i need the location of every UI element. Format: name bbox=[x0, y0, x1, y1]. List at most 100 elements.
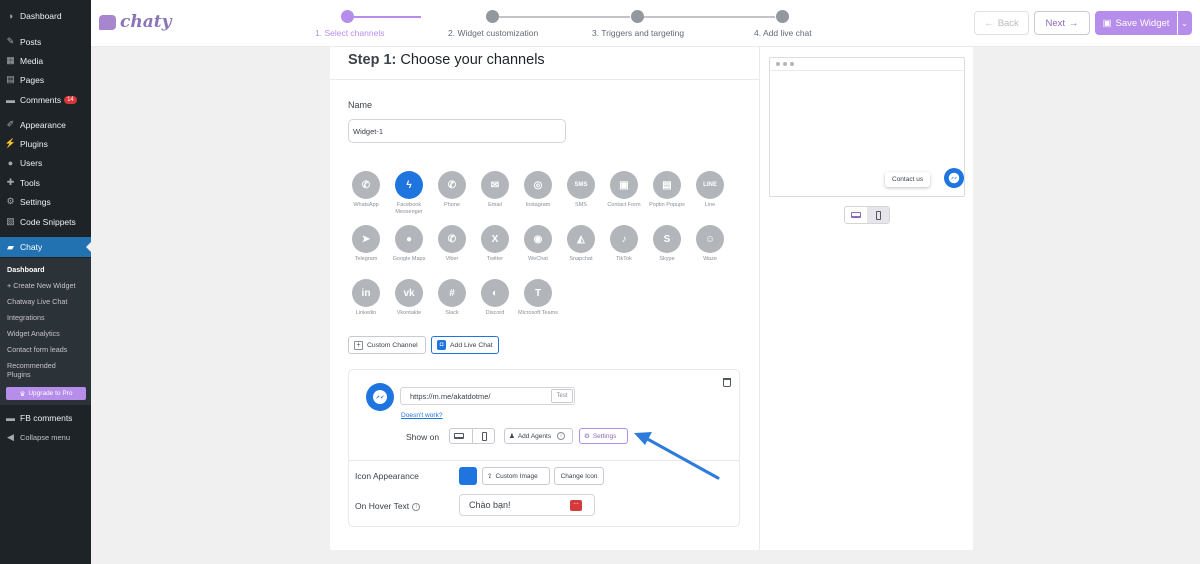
channel-discord[interactable]: ◐ Discord bbox=[475, 279, 515, 317]
add-live-chat-button[interactable]: ◘ Add Live Chat bbox=[431, 336, 499, 354]
icon-color-swatch[interactable] bbox=[459, 467, 477, 485]
channel-waze[interactable]: ☺ Waze bbox=[690, 225, 730, 263]
dashboard-icon: ◑ bbox=[7, 10, 14, 21]
channel-telegram[interactable]: ➤ Telegram bbox=[346, 225, 386, 263]
comment-icon: ▬ bbox=[6, 94, 15, 105]
mobile-toggle[interactable] bbox=[475, 431, 494, 441]
emoji-picker-icon[interactable]: ... bbox=[570, 499, 582, 511]
submenu-contact-form-leads[interactable]: Contact form leads bbox=[7, 345, 87, 354]
channel-label: Waze bbox=[703, 256, 717, 262]
back-button[interactable]: ← Back bbox=[974, 11, 1029, 35]
add-agents-button[interactable]: ♟ Add Agents i bbox=[504, 428, 573, 444]
channel-facebook-messenger[interactable]: ϟ Facebook Messenger bbox=[389, 171, 429, 215]
preview-desktop-toggle[interactable] bbox=[845, 207, 867, 223]
widget-name-input[interactable]: Widget-1 bbox=[348, 119, 566, 143]
channel-label: SMS bbox=[575, 202, 587, 208]
channel-vkontakte[interactable]: vk Vkontakte bbox=[389, 279, 429, 317]
widget-preview-panel: Contact us bbox=[759, 47, 973, 550]
submenu-widget-analytics[interactable]: Widget Analytics bbox=[7, 329, 87, 338]
channel-sms[interactable]: SMS SMS bbox=[561, 171, 601, 209]
arrow-right-icon: → bbox=[1069, 17, 1079, 29]
step-3-label[interactable]: 3. Triggers and targeting bbox=[592, 28, 684, 38]
submenu-dashboard[interactable]: Dashboard bbox=[7, 265, 87, 274]
save-options-dropdown[interactable]: ⌄ bbox=[1177, 11, 1192, 35]
brush-icon: ✐ bbox=[6, 119, 15, 129]
custom-channel-button[interactable]: + Custom Channel bbox=[348, 336, 426, 354]
chat-icon: ◘ bbox=[437, 340, 446, 350]
comment-count-badge: 14 bbox=[64, 95, 77, 104]
settings-icon: ⚙ bbox=[6, 196, 15, 206]
save-widget-button[interactable]: ▣ Save Widget bbox=[1095, 11, 1177, 35]
step-1-label[interactable]: 1. Select channels bbox=[315, 28, 384, 38]
trash-icon[interactable] bbox=[723, 378, 731, 387]
upload-icon: ⇪ bbox=[487, 473, 493, 480]
step-4-label[interactable]: 4. Add live chat bbox=[754, 28, 812, 38]
channel-email[interactable]: ✉ Email bbox=[475, 171, 515, 209]
sidebar-item-plugins[interactable]: ⚡ Plugins bbox=[0, 134, 91, 153]
submenu-recommended-plugins[interactable]: Recommended Plugins bbox=[7, 361, 63, 379]
show-on-label: Show on bbox=[406, 432, 440, 442]
sidebar-item-dashboard[interactable]: ◑ Dashboard bbox=[0, 6, 91, 25]
channel-viber[interactable]: ✆ Viber bbox=[432, 225, 472, 263]
sidebar-item-appearance[interactable]: ✐ Appearance bbox=[0, 115, 91, 134]
channel-label: Discord bbox=[485, 310, 505, 316]
preview-messenger-icon[interactable] bbox=[944, 168, 964, 188]
collapse-menu-button[interactable]: ◀ Collapse menu bbox=[0, 428, 91, 447]
sidebar-item-comments[interactable]: ▬ Comments 14 bbox=[0, 90, 91, 109]
channel-linkedin[interactable]: in Linkedin bbox=[346, 279, 386, 317]
channel-instagram[interactable]: ◎ Instagram bbox=[518, 171, 558, 209]
device-toggle bbox=[449, 428, 495, 444]
sidebar-item-pages[interactable]: ▤ Pages bbox=[0, 70, 91, 89]
sidebar-item-users[interactable]: ● Users bbox=[0, 153, 91, 172]
channel-slack[interactable]: # Slack bbox=[432, 279, 472, 317]
channel-url-input[interactable]: https://m.me/akatdotme/ bbox=[400, 387, 575, 405]
step-2-dot[interactable] bbox=[486, 10, 499, 23]
channel-whatsapp[interactable]: ✆ WhatsApp bbox=[346, 171, 386, 209]
vkontakte-icon: vk bbox=[395, 279, 423, 307]
channel-phone[interactable]: ✆ Phone bbox=[432, 171, 472, 209]
channel-label: Google Maps bbox=[392, 256, 426, 262]
user-icon: ● bbox=[7, 157, 14, 168]
channel-poptin-popups[interactable]: ▤ Poptin Popups bbox=[647, 171, 687, 209]
submenu-chatway-live-chat[interactable]: Chatway Live Chat bbox=[7, 297, 87, 306]
sidebar-item-posts[interactable]: ✎ Posts bbox=[0, 32, 91, 51]
contact-us-tooltip: Contact us bbox=[885, 172, 931, 187]
channel-line[interactable]: LINE Line bbox=[690, 171, 730, 209]
title-divider bbox=[330, 79, 759, 80]
sidebar-item-code-snippets[interactable]: ▧ Code Snippets bbox=[0, 212, 91, 231]
comment-icon: ▬ bbox=[6, 412, 15, 423]
channel-google-maps[interactable]: ● Google Maps bbox=[389, 225, 429, 263]
next-button[interactable]: Next → bbox=[1034, 11, 1090, 35]
messenger-icon bbox=[366, 383, 394, 411]
hover-text-input[interactable]: Chào bạn!... bbox=[459, 494, 595, 516]
slack-icon: # bbox=[438, 279, 466, 307]
channel-tiktok[interactable]: ♪ TikTok bbox=[604, 225, 644, 263]
upgrade-to-pro-button[interactable]: ♛ Upgrade to Pro bbox=[6, 387, 86, 400]
step-4-dot[interactable] bbox=[776, 10, 789, 23]
step-3-dot[interactable] bbox=[631, 10, 644, 23]
preview-mobile-toggle[interactable] bbox=[867, 207, 889, 223]
sidebar-item-fb-comments[interactable]: ▬ FB comments bbox=[0, 408, 91, 427]
window-dot bbox=[776, 62, 780, 66]
step-2-label[interactable]: 2. Widget customization bbox=[448, 28, 538, 38]
doesnt-work-link[interactable]: Doesn't work? bbox=[401, 412, 443, 419]
channel-microsoft-teams[interactable]: T Microsoft Teams bbox=[518, 279, 558, 317]
submenu-integrations[interactable]: Integrations bbox=[7, 313, 87, 322]
channel-twitter[interactable]: X Twitter bbox=[475, 225, 515, 263]
change-icon-button[interactable]: Change Icon bbox=[554, 467, 604, 485]
channel-contact-form[interactable]: ▣ Contact Form bbox=[604, 171, 644, 209]
sidebar-item-chaty[interactable]: ▰ Chaty bbox=[0, 237, 91, 257]
channel-skype[interactable]: S Skype bbox=[647, 225, 687, 263]
settings-button[interactable]: ⚙ Settings bbox=[579, 428, 628, 444]
channel-snapchat[interactable]: ◭ Snapchat bbox=[561, 225, 601, 263]
test-button[interactable]: Test bbox=[551, 389, 573, 403]
sidebar-item-settings[interactable]: ⚙ Settings bbox=[0, 192, 91, 211]
step-1-dot[interactable] bbox=[341, 10, 354, 23]
icon-appearance-label: Icon Appearance bbox=[355, 471, 419, 481]
desktop-toggle[interactable] bbox=[450, 433, 469, 439]
channel-wechat[interactable]: ◉ WeChat bbox=[518, 225, 558, 263]
custom-image-button[interactable]: ⇪ Custom Image bbox=[482, 467, 550, 485]
sidebar-item-tools[interactable]: ✚ Tools bbox=[0, 173, 91, 192]
sidebar-item-media[interactable]: ▦ Media bbox=[0, 51, 91, 70]
submenu-create-widget[interactable]: + Create New Widget bbox=[7, 281, 87, 290]
